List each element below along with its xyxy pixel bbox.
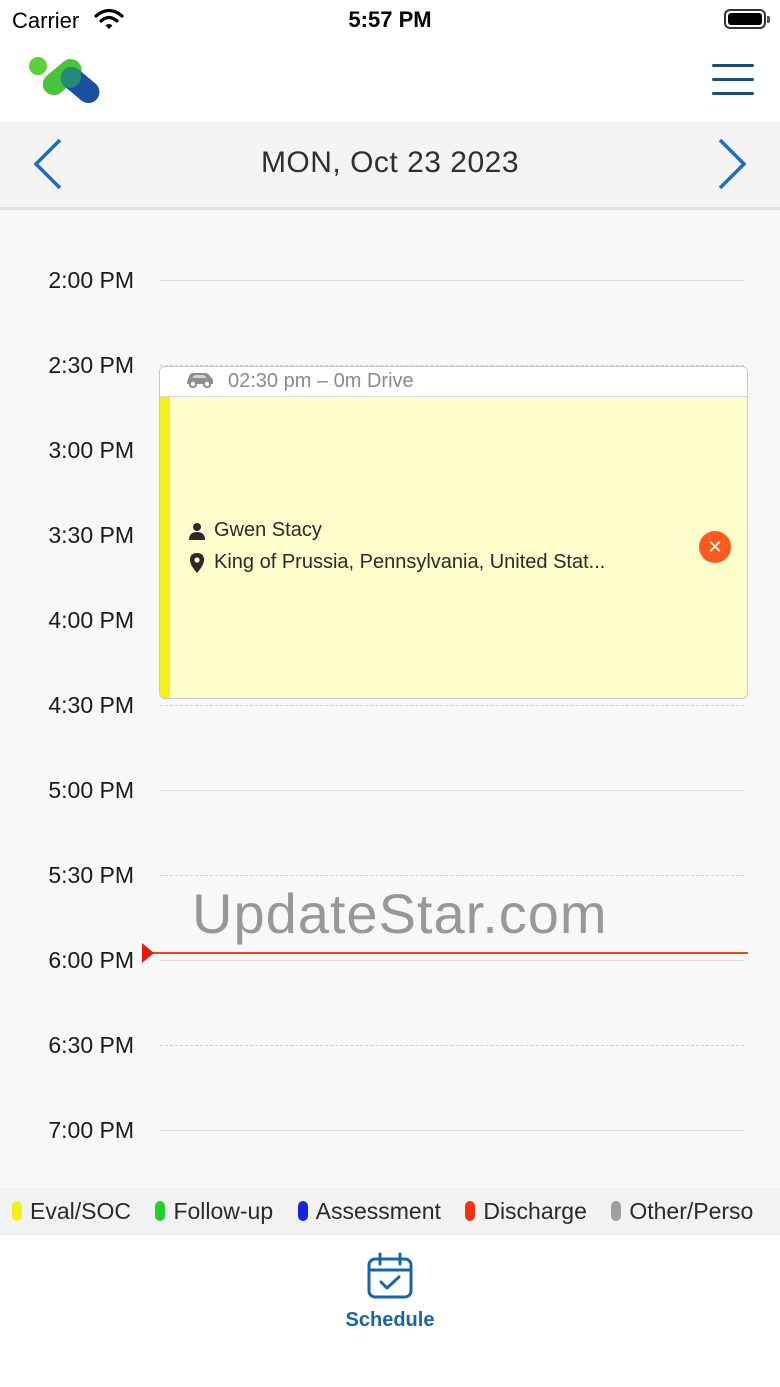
half-hour-line <box>160 875 744 876</box>
time-label: 3:30 PM <box>34 520 138 550</box>
legend-color <box>155 1201 166 1221</box>
person-icon <box>188 522 206 540</box>
time-row: 2:00 PM <box>0 265 780 295</box>
schedule-grid[interactable]: 2:00 PM 2:30 PM 3:00 PM 3:30 PM 4:00 PM … <box>0 213 780 1188</box>
half-hour-line <box>160 705 744 706</box>
appointment-type-legend: Eval/SOC Follow-up Assessment Discharge … <box>0 1188 780 1234</box>
time-row: 6:00 PM <box>0 945 780 975</box>
status-bar: Carrier 5:57 PM <box>0 0 780 44</box>
bottom-tab-bar: Schedule <box>0 1234 780 1387</box>
time-row: 5:00 PM <box>0 775 780 805</box>
legend-item-other: Other/Perso <box>611 1188 753 1234</box>
hour-line <box>160 790 744 791</box>
legend-item-assessment: Assessment <box>297 1188 441 1234</box>
time-label: 4:00 PM <box>34 605 138 635</box>
time-row: 6:30 PM <box>0 1030 780 1060</box>
time-label: 2:00 PM <box>34 265 138 295</box>
location-row: King of Prussia, Pennsylvania, United St… <box>188 551 605 574</box>
time-label: 3:00 PM <box>34 435 138 465</box>
app-header <box>0 44 780 122</box>
current-time-line <box>150 952 748 954</box>
legend-item-follow-up: Follow-up <box>155 1188 273 1234</box>
time-label: 7:00 PM <box>34 1115 138 1145</box>
car-icon <box>184 370 216 393</box>
legend-label: Assessment <box>315 1197 441 1224</box>
legend-label: Follow-up <box>173 1197 274 1224</box>
hamburger-menu-icon[interactable] <box>712 62 754 96</box>
legend-item-discharge: Discharge <box>465 1188 587 1234</box>
remove-appointment-button[interactable]: ✕ <box>699 531 731 563</box>
time-label: 4:30 PM <box>34 690 138 720</box>
legend-label: Eval/SOC <box>30 1197 131 1224</box>
appointment-body[interactable]: Gwen Stacy King of Prussia, Pennsylvania… <box>160 397 747 698</box>
hour-line <box>160 280 744 281</box>
hour-line <box>160 1130 744 1131</box>
time-label: 5:00 PM <box>34 775 138 805</box>
drive-info: 02:30 pm – 0m Drive <box>160 367 747 397</box>
time-row: 5:30 PM <box>0 860 780 890</box>
time-label: 5:30 PM <box>34 860 138 890</box>
patient-name: Gwen Stacy <box>214 519 322 541</box>
selected-date-title: MON, Oct 23 2023 <box>260 146 520 179</box>
hour-line <box>160 960 744 961</box>
legend-color <box>12 1201 22 1221</box>
legend-color <box>297 1201 308 1221</box>
chevron-right-icon[interactable] <box>712 136 752 192</box>
tab-schedule-label: Schedule <box>345 1309 435 1331</box>
app-logo <box>28 54 112 111</box>
time-label: 2:30 PM <box>34 350 138 380</box>
time-label: 6:30 PM <box>34 1030 138 1060</box>
location-pin-icon <box>188 552 206 573</box>
patient-row: Gwen Stacy <box>188 519 322 542</box>
time-label: 6:00 PM <box>34 945 138 975</box>
appointment-card[interactable]: 02:30 pm – 0m Drive Gwen Stacy King of P… <box>159 366 748 699</box>
legend-item-eval-soc: Eval/SOC <box>12 1188 131 1234</box>
calendar-check-icon <box>310 1251 470 1301</box>
drive-time-text: 02:30 pm – 0m Drive <box>228 370 414 392</box>
current-time-marker <box>142 943 154 963</box>
time-row: 7:00 PM <box>0 1115 780 1145</box>
status-clock: 5:57 PM <box>348 7 432 32</box>
legend-label: Other/Perso <box>629 1197 754 1224</box>
date-navigation: MON, Oct 23 2023 <box>0 122 780 210</box>
legend-color <box>611 1201 622 1221</box>
appointment-location: King of Prussia, Pennsylvania, United St… <box>214 551 606 573</box>
appointment-type-bar <box>160 397 170 698</box>
battery-icon <box>724 9 770 29</box>
watermark: UpdateStar.com <box>192 882 608 945</box>
tab-schedule[interactable]: Schedule <box>310 1251 470 1332</box>
legend-color <box>465 1201 476 1221</box>
legend-label: Discharge <box>483 1197 587 1224</box>
half-hour-line <box>160 1045 744 1046</box>
